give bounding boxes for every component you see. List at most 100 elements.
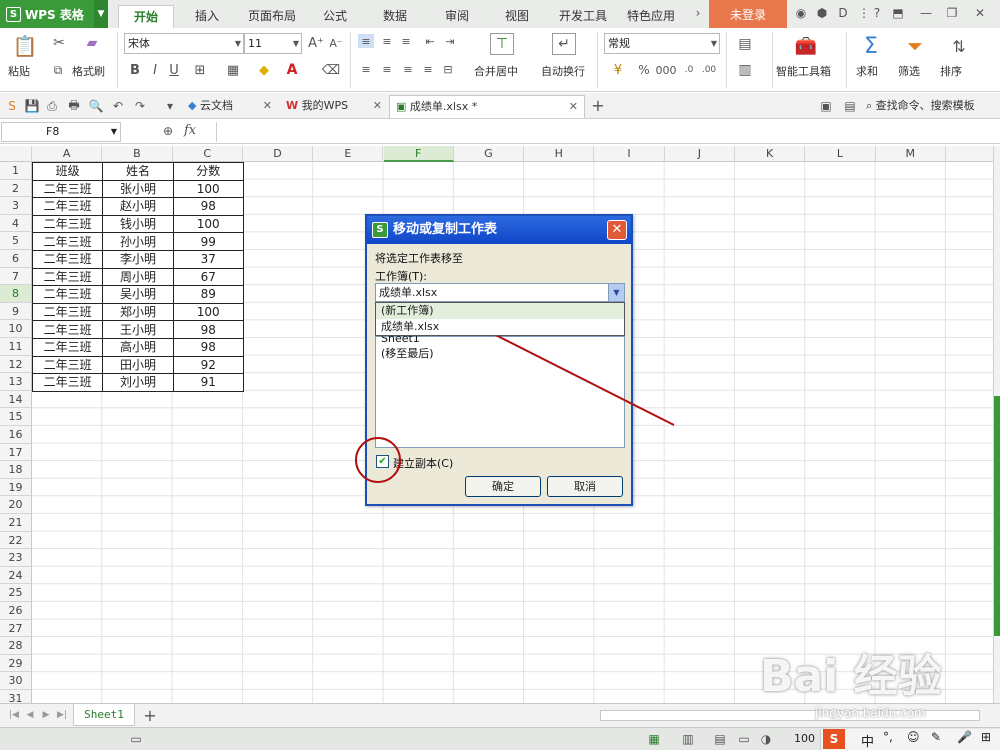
restore-ribbon-icon[interactable]: ⬒ xyxy=(890,5,906,21)
merge-center-icon[interactable]: ⊤ xyxy=(490,33,514,55)
fill-pattern-icon[interactable]: ▦ xyxy=(220,62,246,78)
merge-center-label[interactable]: 合并居中 xyxy=(474,63,518,79)
fill-color-icon[interactable]: ◆ xyxy=(254,60,274,80)
row-header-13[interactable]: 13 xyxy=(0,373,32,391)
row-header-28[interactable]: 28 xyxy=(0,637,32,655)
tab-insert[interactable]: 插入 xyxy=(180,5,234,28)
new-tab-icon[interactable]: + xyxy=(590,96,606,115)
copy-icon[interactable]: ⧉ xyxy=(50,62,66,78)
table-cell[interactable]: 郑小明 xyxy=(102,302,174,322)
percent-button[interactable]: % xyxy=(636,61,652,79)
row-header-22[interactable]: 22 xyxy=(0,531,32,550)
font-color-icon[interactable]: A xyxy=(282,60,302,80)
table-cell[interactable]: 98 xyxy=(172,197,244,216)
emoji-icon[interactable]: ☺ xyxy=(907,730,920,744)
tabs-menu-icon[interactable]: ▤ xyxy=(842,98,858,114)
last-sheet-icon[interactable]: ▶| xyxy=(54,707,70,723)
table-cell[interactable]: 89 xyxy=(172,285,244,304)
table-cell[interactable]: 高小明 xyxy=(102,337,174,357)
punctuation-icon[interactable]: °, xyxy=(883,730,893,744)
help-icon[interactable]: ? xyxy=(869,5,885,21)
name-box[interactable]: F8 ▼ xyxy=(1,122,121,142)
sort-icon[interactable]: ⇅ xyxy=(946,33,972,59)
border-icon[interactable]: ⊞ xyxy=(190,62,210,78)
row-header-24[interactable]: 24 xyxy=(0,566,32,585)
create-copy-checkbox[interactable]: ✔ xyxy=(376,455,389,468)
table-cell[interactable]: 孙小明 xyxy=(102,232,174,251)
format-painter-label[interactable]: 格式刷 xyxy=(72,63,105,79)
login-button[interactable]: 未登录 xyxy=(709,0,787,28)
row-header-16[interactable]: 16 xyxy=(0,426,32,444)
skin-icon[interactable]: ◉ xyxy=(793,5,809,21)
italic-button[interactable]: I xyxy=(147,62,163,78)
normal-view-icon[interactable]: ▦ xyxy=(646,731,662,747)
vertical-scrollbar[interactable] xyxy=(993,146,1000,703)
table-cell[interactable]: 张小明 xyxy=(102,179,174,199)
table-cell[interactable]: 37 xyxy=(172,249,244,269)
doc-tab-cloud[interactable]: ◆ 云文档 ✕ xyxy=(182,95,278,118)
row-header-17[interactable]: 17 xyxy=(0,443,32,462)
table-cell[interactable]: 二年三班 xyxy=(31,232,104,251)
table-cell[interactable]: 王小明 xyxy=(102,320,174,339)
table-cell[interactable]: 二年三班 xyxy=(31,355,104,375)
row-header-20[interactable]: 20 xyxy=(0,496,32,514)
zoom-icon[interactable]: ⊕ xyxy=(160,123,176,139)
underline-button[interactable]: U xyxy=(166,62,182,78)
doc-tab-gradebook[interactable]: ▣ 成绩单.xlsx * ✕ xyxy=(389,95,585,118)
row-header-27[interactable]: 27 xyxy=(0,619,32,638)
cancel-button[interactable]: 取消 xyxy=(547,476,623,497)
minimize-icon[interactable]: — xyxy=(918,5,934,21)
fx-button[interactable]: fx xyxy=(184,123,196,138)
close-icon[interactable]: ✕ xyxy=(373,95,382,117)
sort-label[interactable]: 排序 xyxy=(940,63,962,79)
tab-view[interactable]: 视图 xyxy=(492,5,542,28)
row-header-21[interactable]: 21 xyxy=(0,514,32,532)
filter-label[interactable]: 筛选 xyxy=(898,63,920,79)
table-cell[interactable]: 100 xyxy=(172,214,244,234)
brush-icon[interactable]: ▰ xyxy=(82,34,102,52)
row-header-4[interactable]: 4 xyxy=(0,214,32,233)
undo-icon[interactable]: ↶ xyxy=(110,98,126,114)
row-header-26[interactable]: 26 xyxy=(0,602,32,620)
table-cell[interactable]: 92 xyxy=(172,355,244,375)
table-cell[interactable]: 二年三班 xyxy=(31,179,104,199)
increase-font-icon[interactable]: A⁺ xyxy=(308,35,324,51)
row-header-18[interactable]: 18 xyxy=(0,461,32,479)
cell-style-icon[interactable]: ▥ xyxy=(733,60,757,80)
wrap-text-icon[interactable]: ↵ xyxy=(552,33,576,55)
dialog-title-bar[interactable]: S 移动或复制工作表 ✕ xyxy=(367,216,631,244)
tab-page-layout[interactable]: 页面布局 xyxy=(240,5,304,28)
indent-increase-icon[interactable]: ⇥ xyxy=(442,34,458,48)
clear-format-icon[interactable]: ⌫ xyxy=(318,60,344,80)
table-cell[interactable]: 二年三班 xyxy=(31,337,104,357)
table-cell[interactable]: 98 xyxy=(172,337,244,357)
align-middle-icon[interactable]: ≡ xyxy=(379,34,395,48)
close-icon[interactable]: ✕ xyxy=(263,95,272,117)
wps-icon[interactable]: S xyxy=(4,98,20,114)
table-cell[interactable]: 99 xyxy=(172,232,244,251)
screen-icon[interactable]: ▣ xyxy=(818,98,834,114)
table-cell[interactable]: 周小明 xyxy=(102,267,174,287)
page-break-view-icon[interactable]: ▥ xyxy=(680,731,696,747)
column-header-j[interactable]: J xyxy=(665,146,735,162)
row-header-2[interactable]: 2 xyxy=(0,179,32,198)
row-header-19[interactable]: 19 xyxy=(0,478,32,497)
workbook-select[interactable]: 成绩单.xlsx ▼ xyxy=(375,283,625,302)
column-header-k[interactable]: K xyxy=(735,146,806,162)
table-cell[interactable]: 100 xyxy=(172,179,244,199)
thousands-icon[interactable]: 000 xyxy=(656,61,677,79)
toolbox-icon[interactable]: 🧰 xyxy=(792,34,820,58)
chevron-down-icon[interactable]: ▼ xyxy=(94,0,108,28)
table-cell[interactable]: 二年三班 xyxy=(31,249,104,269)
tab-review[interactable]: 审阅 xyxy=(432,5,482,28)
align-top-icon[interactable]: ≡ xyxy=(358,34,374,48)
close-icon[interactable]: ✕ xyxy=(569,96,578,118)
indent-decrease-icon[interactable]: ⇤ xyxy=(422,34,438,48)
row-header-6[interactable]: 6 xyxy=(0,250,32,268)
table-cell[interactable]: 李小明 xyxy=(102,249,174,269)
table-style-icon[interactable]: ▤ xyxy=(733,34,757,54)
grid-icon[interactable]: ⊞ xyxy=(981,730,991,744)
row-header-29[interactable]: 29 xyxy=(0,654,32,673)
decrease-decimal-icon[interactable]: .00 xyxy=(700,61,718,79)
customize-icon[interactable]: ▾ xyxy=(162,98,178,114)
